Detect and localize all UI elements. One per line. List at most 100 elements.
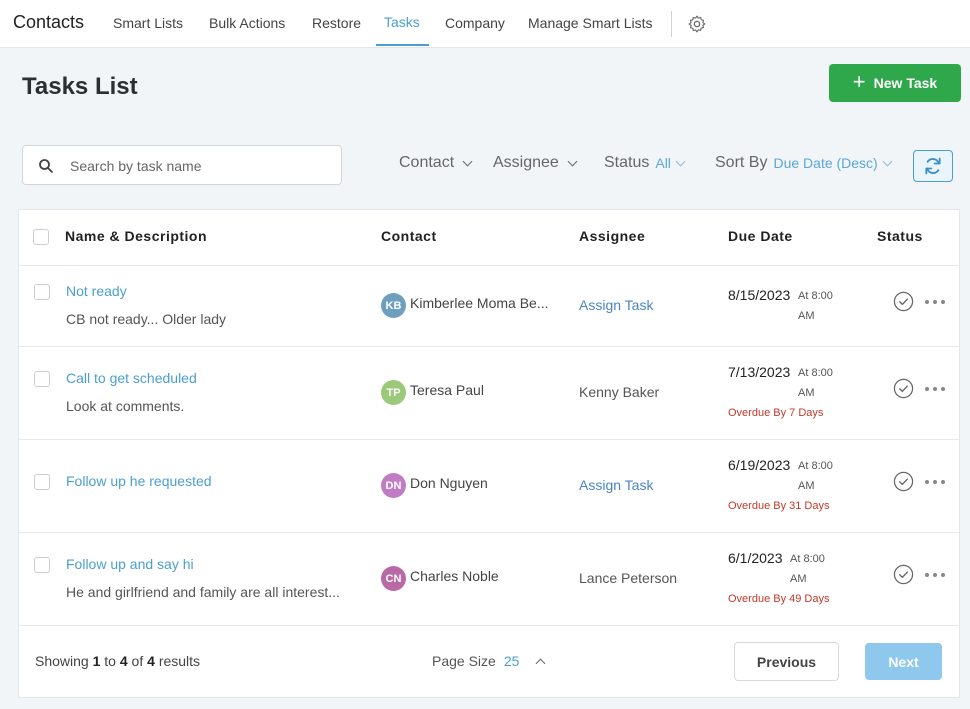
previous-button[interactable]: Previous [734, 642, 839, 681]
next-button[interactable]: Next [865, 643, 942, 680]
new-task-label: New Task [873, 75, 938, 91]
refresh-button[interactable] [913, 150, 953, 182]
check-circle-icon[interactable] [893, 291, 914, 312]
column-header-contact[interactable]: Contact [381, 228, 437, 244]
row-checkbox[interactable] [34, 284, 50, 300]
chevron-down-icon [462, 156, 473, 166]
avatar: KB [381, 293, 406, 318]
nav-bulk-actions[interactable]: Bulk Actions [209, 15, 285, 31]
page-title: Tasks List [22, 73, 138, 100]
due-time: At 8:00 AM [790, 553, 825, 585]
row-checkbox[interactable] [34, 371, 50, 387]
app-title: Contacts [13, 12, 85, 32]
contact-filter-label: Contact [399, 154, 455, 171]
search-box [22, 145, 342, 185]
task-description: Look at comments. [66, 398, 185, 414]
avatar: TP [381, 380, 406, 405]
nav-restore[interactable]: Restore [312, 15, 361, 31]
page-size-value: 25 [503, 653, 520, 669]
gear-icon[interactable] [687, 14, 707, 34]
assignee-filter[interactable]: Assignee [493, 154, 578, 172]
column-header-assignee[interactable]: Assignee [579, 228, 645, 244]
new-task-button[interactable]: + New Task [829, 64, 961, 102]
results-label: results [158, 653, 201, 669]
task-name-link[interactable]: Follow up and say hi [66, 556, 194, 572]
contact-name[interactable]: Don Nguyen [410, 475, 488, 491]
assign-task-link[interactable]: Assign Task [579, 477, 653, 493]
contact-name[interactable]: Kimberlee Moma Be... [410, 295, 549, 311]
row-divider [18, 532, 960, 533]
nav-smart-lists[interactable]: Smart Lists [113, 15, 183, 31]
search-icon [39, 159, 53, 173]
due-date: 6/1/2023 [728, 550, 783, 566]
due-date: 7/13/2023 [728, 364, 791, 380]
column-header-due-date[interactable]: Due Date [728, 228, 793, 244]
more-options-icon[interactable] [925, 300, 945, 306]
page-size-selector[interactable]: Page Size 25 [432, 653, 546, 669]
avatar: DN [381, 473, 406, 498]
row-divider [18, 625, 960, 626]
avatar: CN [381, 566, 406, 591]
row-checkbox[interactable] [34, 557, 50, 573]
showing-label: Showing [35, 653, 89, 669]
of-label: of [131, 653, 144, 669]
row-divider [18, 265, 960, 266]
chevron-down-icon [675, 156, 686, 166]
row-divider [18, 439, 960, 440]
range-end: 4 [119, 653, 128, 669]
row-checkbox[interactable] [34, 474, 50, 490]
task-description: CB not ready... Older lady [66, 311, 227, 327]
due-date: 6/19/2023 [728, 457, 791, 473]
check-circle-icon[interactable] [893, 564, 914, 585]
task-name-link[interactable]: Call to get scheduled [66, 370, 197, 386]
nav-tasks[interactable]: Tasks [384, 14, 420, 30]
due-date: 8/15/2023 [728, 287, 791, 303]
contact-filter[interactable]: Contact [399, 154, 473, 172]
nav-divider [671, 11, 672, 37]
status-filter[interactable]: Status All [604, 154, 686, 172]
task-name-link[interactable]: Not ready [66, 283, 127, 299]
task-description: He and girlfriend and family are all int… [66, 584, 340, 600]
assign-task-link[interactable]: Assign Task [579, 297, 653, 313]
overdue-label: Overdue By 49 Days [728, 593, 830, 605]
active-tab-indicator [376, 44, 429, 46]
assignee-name[interactable]: Lance Peterson [579, 570, 677, 586]
nav-company[interactable]: Company [445, 15, 505, 31]
row-divider [18, 346, 960, 347]
more-options-icon[interactable] [925, 573, 945, 579]
overdue-label: Overdue By 7 Days [728, 407, 824, 419]
chevron-up-icon [535, 658, 546, 668]
search-input[interactable] [70, 155, 330, 177]
check-circle-icon[interactable] [893, 378, 914, 399]
more-options-icon[interactable] [925, 387, 945, 393]
page-size-label: Page Size [432, 653, 496, 669]
select-all-checkbox[interactable] [33, 229, 49, 245]
to-label: to [104, 653, 116, 669]
more-options-icon[interactable] [925, 480, 945, 486]
task-name-link[interactable]: Follow up he requested [66, 473, 212, 489]
check-circle-icon[interactable] [893, 471, 914, 492]
due-time: At 8:00 AM [798, 460, 833, 492]
column-header-name[interactable]: Name & Description [65, 228, 207, 244]
plus-icon: + [852, 69, 866, 94]
overdue-label: Overdue By 31 Days [728, 500, 830, 512]
contact-name[interactable]: Charles Noble [410, 568, 499, 584]
nav-manage-smart-lists[interactable]: Manage Smart Lists [528, 15, 653, 31]
assignee-filter-label: Assignee [493, 154, 559, 171]
status-filter-label: Status [604, 154, 650, 171]
sort-label: Sort By [715, 154, 768, 171]
contact-name[interactable]: Teresa Paul [410, 382, 484, 398]
total-count: 4 [147, 653, 155, 669]
sort-value: Due Date (Desc) [773, 155, 878, 171]
column-header-status[interactable]: Status [877, 228, 923, 244]
due-time: At 8:00 AM [798, 290, 833, 322]
range-start: 1 [92, 653, 101, 669]
chevron-down-icon [567, 156, 578, 166]
assignee-name[interactable]: Kenny Baker [579, 384, 659, 400]
top-nav: Contacts Smart Lists Bulk Actions Restor… [0, 0, 970, 48]
due-time: At 8:00 AM [798, 367, 833, 399]
sort-filter[interactable]: Sort By Due Date (Desc) [715, 154, 893, 172]
status-filter-value: All [655, 155, 671, 171]
results-summary: Showing 1 to 4 of 4 results [35, 653, 200, 669]
refresh-icon [925, 157, 941, 175]
